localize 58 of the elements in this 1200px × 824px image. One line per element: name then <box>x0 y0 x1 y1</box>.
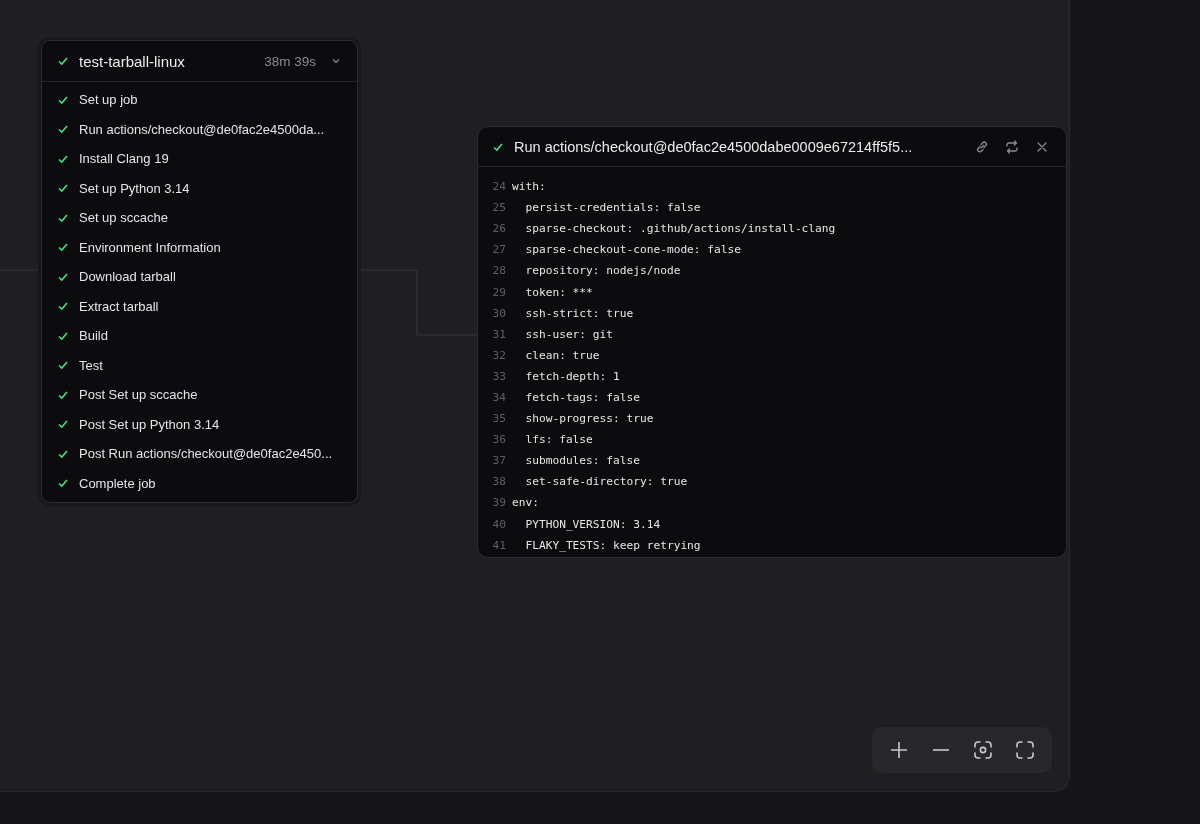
link-icon[interactable] <box>974 138 990 155</box>
step-item[interactable]: Set up Python 3.14 <box>42 173 357 203</box>
line-number: 36 <box>491 433 507 447</box>
line-number: 24 <box>491 180 507 194</box>
code-line: sparse-checkout-cone-mode: false <box>524 243 741 257</box>
line-number: 31 <box>491 327 507 341</box>
job-duration: 38m 39s <box>264 53 316 69</box>
line-number: 25 <box>491 201 507 215</box>
code-line: repository: nodejs/node <box>524 264 681 278</box>
code-line: show-progress: true <box>524 412 654 426</box>
code-line: with: <box>512 180 546 194</box>
step-item[interactable]: Download tarball <box>42 262 357 292</box>
step-item[interactable]: Post Run actions/checkout@de0fac2e450... <box>42 439 357 469</box>
fullscreen-icon[interactable] <box>1015 740 1035 760</box>
code-line: fetch-tags: false <box>524 391 640 404</box>
code-line: persist-credentials: false <box>524 201 701 215</box>
code-line: ssh-user: git <box>524 327 614 341</box>
code-line: token: *** <box>524 285 593 299</box>
step-item[interactable]: Set up sccache <box>42 203 357 233</box>
line-number: 33 <box>491 369 507 383</box>
line-number: 30 <box>491 306 507 320</box>
panel-title: Run actions/checkout@de0fac2e4500dabe0009e67214ff5f5... <box>514 138 914 155</box>
step-item[interactable]: Post Set up Python 3.14 <box>42 409 357 439</box>
code-line: ssh-strict: true <box>524 306 634 320</box>
code-line: sparse-checkout: .github/actions/install-clang <box>524 222 836 236</box>
code-line: set-safe-directory: true <box>524 475 688 489</box>
step-item[interactable]: Run actions/checkout@de0fac2e4500da... <box>42 114 357 144</box>
code-line: fetch-depth: 1 <box>524 369 620 383</box>
code-line: env: <box>512 496 539 510</box>
code-line: lfs: false <box>524 433 593 447</box>
line-number: 41 <box>491 538 507 552</box>
line-number: 39 <box>491 496 507 510</box>
step-item[interactable]: Complete job <box>42 468 357 498</box>
step-item[interactable]: Post Set up sccache <box>42 380 357 410</box>
line-number: 38 <box>491 475 507 489</box>
line-number: 32 <box>491 348 507 362</box>
line-number: 34 <box>491 391 507 404</box>
line-number: 27 <box>491 243 507 257</box>
line-number: 35 <box>491 412 507 426</box>
focus-icon[interactable] <box>973 740 993 760</box>
line-number: 40 <box>491 517 507 531</box>
code-line: FLAKY_TESTS: keep retrying <box>524 538 701 552</box>
line-number: 28 <box>491 264 507 278</box>
refresh-icon[interactable] <box>1004 138 1020 155</box>
line-number: 29 <box>491 285 507 299</box>
step-item[interactable]: Build <box>42 321 357 351</box>
step-item[interactable]: Test <box>42 350 357 380</box>
zoom-in-icon[interactable] <box>889 740 909 760</box>
code-line: clean: true <box>524 348 600 362</box>
code-line: PYTHON_VERSION: 3.14 <box>524 517 661 531</box>
step-item[interactable]: Install Clang 19 <box>42 144 357 174</box>
step-item[interactable]: Extract tarball <box>42 291 357 321</box>
job-name: test-tarball-linux <box>79 52 186 70</box>
step-item[interactable]: Set up job <box>42 85 357 115</box>
step-item[interactable]: Environment Information <box>42 232 357 262</box>
line-number: 26 <box>491 222 507 236</box>
line-number: 37 <box>491 454 507 468</box>
code-line: submodules: false <box>524 454 640 468</box>
